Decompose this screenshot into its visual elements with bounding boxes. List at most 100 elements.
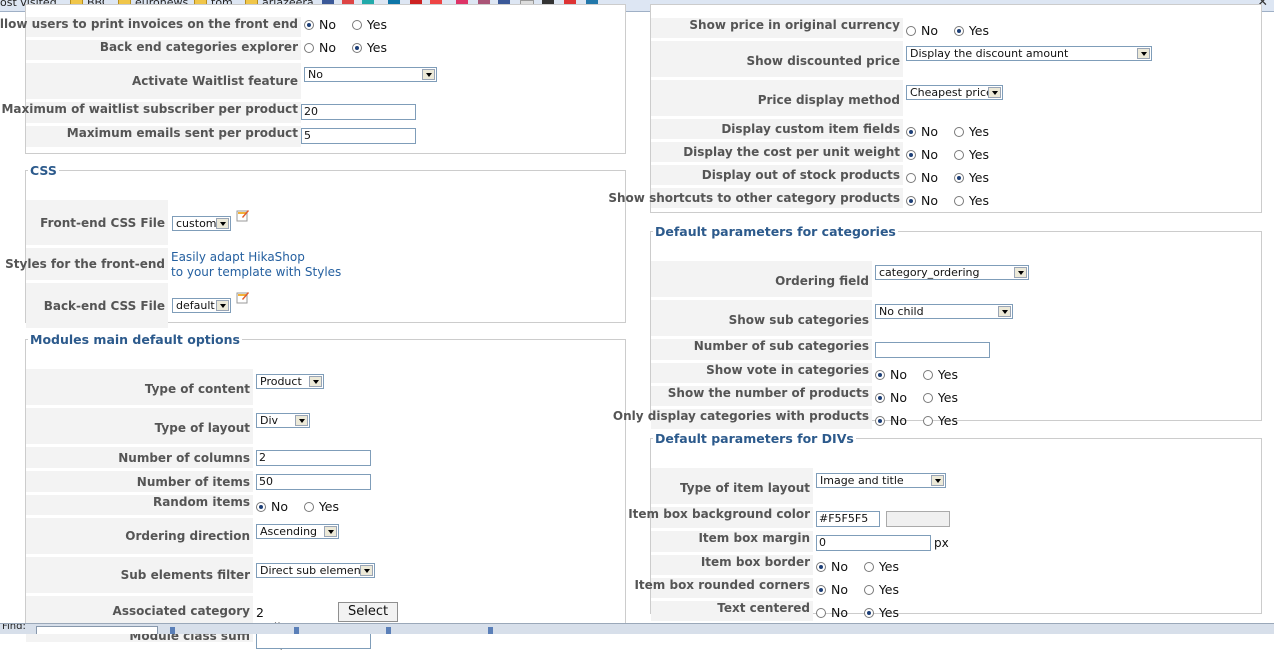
box-border-row: Item box border No Yes bbox=[651, 555, 911, 580]
custom-fields-no-radio[interactable]: No bbox=[906, 124, 938, 139]
frontend-css-label: Front-end CSS File bbox=[26, 200, 168, 246]
text-centered-label: Text centered bbox=[651, 601, 813, 622]
sub-categories-row: Show sub categories No child bbox=[651, 300, 1013, 337]
print-invoices-yes-radio[interactable]: Yes bbox=[351, 17, 387, 32]
chevron-down-icon bbox=[988, 87, 1001, 98]
shortcuts-yes-radio[interactable]: Yes bbox=[953, 193, 989, 208]
vote-row: Show vote in categories No Yes bbox=[651, 363, 970, 388]
rounded-row: Item box rounded corners No Yes bbox=[634, 578, 911, 603]
discounted-price-select[interactable]: Display the discount amount bbox=[906, 46, 1152, 61]
sub-categories-select[interactable]: No child bbox=[875, 304, 1013, 319]
box-border-no-radio[interactable]: No bbox=[816, 559, 848, 574]
module-suffix-input[interactable] bbox=[256, 633, 371, 649]
back-end-explorer-no-radio[interactable]: No bbox=[304, 40, 336, 55]
chevron-down-icon bbox=[1014, 267, 1027, 278]
cost-unit-no-radio[interactable]: No bbox=[906, 147, 938, 162]
custom-fields-yes-radio[interactable]: Yes bbox=[953, 124, 989, 139]
edit-icon[interactable] bbox=[236, 290, 250, 304]
box-margin-input[interactable]: 0 bbox=[816, 535, 931, 551]
vote-label: Show vote in categories bbox=[651, 363, 872, 384]
item-layout-label: Type of item layout bbox=[651, 468, 813, 505]
price-method-label: Price display method bbox=[651, 80, 903, 117]
print-invoices-no-radio[interactable]: No bbox=[304, 17, 336, 32]
divs-legend: Default parameters for DIVs bbox=[655, 431, 854, 446]
orig-currency-yes-radio[interactable]: Yes bbox=[953, 23, 989, 38]
sub-elements-select[interactable]: Direct sub elements bbox=[256, 563, 375, 578]
styles-label: Styles for the front-end bbox=[5, 248, 168, 281]
type-content-label: Type of content bbox=[26, 369, 253, 406]
num-products-yes-radio[interactable]: Yes bbox=[922, 390, 958, 405]
random-items-no-radio[interactable]: No bbox=[256, 499, 288, 514]
item-layout-select[interactable]: Image and title bbox=[816, 473, 946, 488]
shortcuts-no-radio[interactable]: No bbox=[906, 193, 938, 208]
only-display-label: Only display categories with products bbox=[613, 409, 872, 430]
shortcuts-label: Show shortcuts to other category product… bbox=[608, 188, 903, 209]
waitlist-label: Activate Waitlist feature bbox=[26, 63, 301, 100]
type-content-row: Type of content Product bbox=[26, 369, 324, 406]
discounted-price-label: Show discounted price bbox=[651, 41, 903, 78]
type-layout-select[interactable]: Div bbox=[256, 413, 310, 428]
px-unit: px bbox=[934, 536, 949, 550]
sub-elements-row: Sub elements filter Direct sub elements bbox=[26, 557, 375, 594]
out-stock-no-radio[interactable]: No bbox=[906, 170, 938, 185]
max-waitlist-row: Maximum of waitlist subscriber per produ… bbox=[1, 102, 416, 124]
type-content-select[interactable]: Product bbox=[256, 374, 324, 389]
items-row: Number of items 50 bbox=[26, 471, 371, 493]
orig-currency-label: Show price in original currency bbox=[651, 18, 903, 39]
num-sub-input[interactable] bbox=[875, 342, 990, 358]
orig-currency-no-radio[interactable]: No bbox=[906, 23, 938, 38]
shortcuts-row: Show shortcuts to other category product… bbox=[608, 188, 1001, 214]
max-emails-label: Maximum emails sent per product bbox=[26, 126, 301, 148]
bg-color-label: Item box background color bbox=[628, 507, 813, 529]
back-end-explorer-yes-radio[interactable]: Yes bbox=[351, 40, 387, 55]
select-category-button[interactable]: Select bbox=[338, 602, 399, 622]
text-centered-yes-radio[interactable]: Yes bbox=[863, 605, 899, 620]
cost-unit-label: Display the cost per unit weight bbox=[651, 142, 903, 163]
vote-yes-radio[interactable]: Yes bbox=[922, 367, 958, 382]
max-emails-row: Maximum emails sent per product 5 bbox=[26, 126, 416, 148]
only-display-yes-radio[interactable]: Yes bbox=[922, 413, 958, 428]
discounted-price-row: Show discounted price Display the discou… bbox=[651, 41, 1152, 78]
columns-label: Number of columns bbox=[26, 447, 253, 469]
chevron-down-icon bbox=[1137, 48, 1150, 59]
max-waitlist-input[interactable]: 20 bbox=[301, 104, 416, 120]
custom-fields-label: Display custom item fields bbox=[651, 119, 903, 140]
columns-row: Number of columns 2 bbox=[26, 447, 371, 469]
modules-legend: Modules main default options bbox=[30, 332, 240, 347]
rounded-no-radio[interactable]: No bbox=[816, 582, 848, 597]
categories-panel: Default parameters for categories Orderi… bbox=[613, 224, 1262, 430]
styles-link[interactable]: Easily adapt HikaShop to your template wi… bbox=[171, 250, 341, 280]
type-layout-row: Type of layout Div bbox=[26, 408, 310, 445]
color-swatch[interactable] bbox=[886, 511, 950, 527]
only-display-no-radio[interactable]: No bbox=[875, 413, 907, 428]
columns-input[interactable]: 2 bbox=[256, 450, 371, 466]
edit-icon[interactable] bbox=[236, 208, 250, 222]
items-input[interactable]: 50 bbox=[256, 474, 371, 490]
print-invoices-row: Allow users to print invoices on the fro… bbox=[0, 17, 399, 38]
out-stock-yes-radio[interactable]: Yes bbox=[953, 170, 989, 185]
frontend-css-select[interactable]: custom bbox=[172, 216, 231, 231]
rounded-yes-radio[interactable]: Yes bbox=[863, 582, 899, 597]
vote-no-radio[interactable]: No bbox=[875, 367, 907, 382]
cost-unit-yes-radio[interactable]: Yes bbox=[953, 147, 989, 162]
text-centered-no-radio[interactable]: No bbox=[816, 605, 848, 620]
frontend-css-row: Front-end CSS File custom bbox=[26, 200, 249, 246]
chevron-down-icon bbox=[216, 300, 229, 311]
num-products-no-radio[interactable]: No bbox=[875, 390, 907, 405]
ordering-direction-select[interactable]: Ascending bbox=[256, 524, 339, 539]
type-layout-label: Type of layout bbox=[26, 408, 253, 445]
cat-ordering-select[interactable]: category_ordering bbox=[875, 265, 1029, 280]
max-waitlist-label: Maximum of waitlist subscriber per produ… bbox=[1, 102, 301, 124]
box-border-yes-radio[interactable]: Yes bbox=[863, 559, 899, 574]
left-top-panel: Allow users to print invoices on the fro… bbox=[0, 4, 626, 154]
waitlist-select[interactable]: No bbox=[304, 67, 437, 82]
modules-panel: Modules main default options Type of con… bbox=[25, 332, 626, 650]
divs-panel: Default parameters for DIVs Type of item… bbox=[628, 431, 1262, 622]
price-method-select[interactable]: Cheapest price bbox=[906, 85, 1003, 100]
sub-elements-label: Sub elements filter bbox=[26, 557, 253, 594]
random-items-yes-radio[interactable]: Yes bbox=[303, 499, 339, 514]
chevron-down-icon bbox=[998, 306, 1011, 317]
max-emails-input[interactable]: 5 bbox=[301, 128, 416, 144]
backend-css-select[interactable]: default bbox=[172, 298, 231, 313]
bg-color-input[interactable]: #F5F5F5 bbox=[816, 511, 880, 527]
